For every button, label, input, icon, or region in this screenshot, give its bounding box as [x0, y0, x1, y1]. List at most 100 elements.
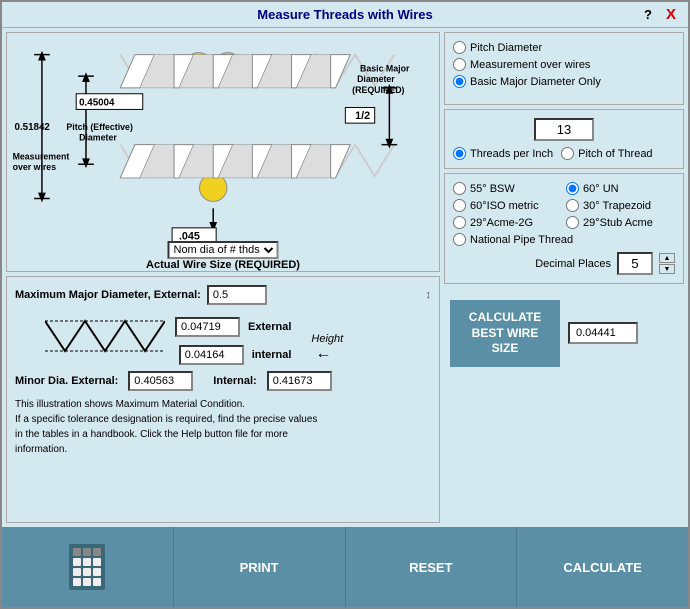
main-content: 0.51842 0.45004 Measurement over wires P…	[2, 28, 688, 527]
calc-key-9	[93, 568, 101, 576]
pitch-of-thread-label: Pitch of Thread	[578, 148, 652, 160]
calculator-icon	[69, 544, 105, 590]
close-button[interactable]: X	[662, 6, 680, 23]
title-bar-buttons: ? X	[640, 6, 680, 23]
left-panel: 0.51842 0.45004 Measurement over wires P…	[6, 32, 440, 523]
pitch-diameter-radio[interactable]	[453, 41, 466, 54]
calc-key-8	[83, 568, 91, 576]
minor-external-label: Minor Dia. External:	[15, 375, 118, 387]
reset-button[interactable]: RESET	[346, 527, 518, 607]
bsw-radio[interactable]	[453, 182, 466, 195]
decimal-places-label: Decimal Places	[535, 258, 611, 270]
threads-type-row: Threads per Inch Pitch of Thread	[453, 147, 675, 160]
calc-key-6	[93, 558, 101, 566]
wave-diagram	[45, 311, 165, 366]
decimal-places-row: Decimal Places ▲ ▼	[453, 252, 675, 275]
internal-input[interactable]	[179, 345, 244, 365]
main-window: Measure Threads with Wires ? X	[0, 0, 690, 609]
bottom-toolbar: PRINT RESET CALCULATE	[2, 527, 688, 607]
svg-text:(REQUIRED): (REQUIRED)	[352, 85, 404, 95]
print-label: PRINT	[240, 560, 279, 575]
svg-text:Diameter: Diameter	[357, 74, 395, 84]
pitch-of-thread-option[interactable]: Pitch of Thread	[561, 147, 652, 160]
stub-acme-option[interactable]: 29°Stub Acme	[566, 216, 675, 229]
threads-per-inch-label: Threads per Inch	[470, 148, 553, 160]
stub-acme-label: 29°Stub Acme	[583, 217, 653, 229]
svg-text:0.51842: 0.51842	[15, 122, 51, 133]
help-calculator-button[interactable]	[2, 527, 174, 607]
diagram-area: 0.51842 0.45004 Measurement over wires P…	[6, 32, 440, 272]
calculate-button[interactable]: CALCULATE	[517, 527, 688, 607]
decimal-up-button[interactable]: ▲	[659, 253, 675, 263]
measurement-over-wires-radio[interactable]	[453, 58, 466, 71]
minor-internal-input[interactable]	[267, 371, 332, 391]
svg-text:Pitch (Effective): Pitch (Effective)	[66, 122, 133, 132]
threads-per-inch-option[interactable]: Threads per Inch	[453, 147, 553, 160]
un60-option[interactable]: 60° UN	[566, 182, 675, 195]
decimal-places-input[interactable]	[617, 252, 653, 275]
pitch-diameter-label: Pitch Diameter	[470, 42, 542, 54]
reset-label: RESET	[409, 560, 452, 575]
nom-dia-select[interactable]: Nom dia of # thds	[168, 241, 279, 259]
internal-row: internal	[175, 345, 301, 365]
un60-label: 60° UN	[583, 183, 619, 195]
bottom-input-panel: Maximum Major Diameter, External: ↕	[6, 276, 440, 523]
calc-best-wire-button[interactable]: CALCULATEBEST WIRESIZE	[450, 300, 560, 367]
thread-type-row-2: 60°ISO metric 30° Trapezoid	[453, 199, 675, 212]
measurement-radio-group: Pitch Diameter Measurement over wires Ba…	[453, 41, 675, 88]
svg-text:Measurement: Measurement	[13, 151, 70, 161]
pitch-of-thread-radio[interactable]	[561, 147, 574, 160]
iso60-radio[interactable]	[453, 199, 466, 212]
trapezoid-radio[interactable]	[566, 199, 579, 212]
basic-major-option[interactable]: Basic Major Diameter Only	[453, 75, 675, 88]
pitch-diameter-option[interactable]: Pitch Diameter	[453, 41, 675, 54]
external-input[interactable]	[175, 317, 240, 337]
calc-key-11	[83, 578, 91, 586]
thread-type-row-4: National Pipe Thread	[453, 233, 675, 246]
acme-option[interactable]: 29°Acme-2G	[453, 216, 562, 229]
calc-key-2	[83, 548, 91, 556]
national-pipe-radio[interactable]	[453, 233, 466, 246]
calc-key-3	[93, 548, 101, 556]
title-bar: Measure Threads with Wires ? X	[2, 2, 688, 28]
print-button[interactable]: PRINT	[174, 527, 346, 607]
iso60-option[interactable]: 60°ISO metric	[453, 199, 562, 212]
threads-per-inch-radio[interactable]	[453, 147, 466, 160]
measurement-over-wires-label: Measurement over wires	[470, 59, 590, 71]
thread-type-options: 55° BSW 60° UN 60°ISO metric 30° Trapezo…	[444, 173, 684, 284]
bsw-option[interactable]: 55° BSW	[453, 182, 562, 195]
un60-radio[interactable]	[566, 182, 579, 195]
actual-wire-label: Actual Wire Size (REQUIRED)	[146, 259, 300, 271]
external-label: External	[248, 321, 291, 333]
iso60-label: 60°ISO metric	[470, 200, 539, 212]
thread-diagram: 0.51842 0.45004 Measurement over wires P…	[11, 37, 435, 267]
external-row: External	[175, 317, 301, 337]
calc-key-1	[73, 548, 81, 556]
measurement-over-wires-option[interactable]: Measurement over wires	[453, 58, 675, 71]
svg-text:0.45004: 0.45004	[79, 98, 115, 109]
max-major-row: Maximum Major Diameter, External: ↕	[15, 285, 431, 305]
minor-dia-row: Minor Dia. External: Internal:	[15, 371, 431, 391]
trapezoid-option[interactable]: 30° Trapezoid	[566, 199, 675, 212]
acme-label: 29°Acme-2G	[470, 217, 533, 229]
help-button[interactable]: ?	[640, 7, 656, 22]
basic-major-radio[interactable]	[453, 75, 466, 88]
minor-external-input[interactable]	[128, 371, 193, 391]
minor-internal-label: Internal:	[213, 375, 256, 387]
max-major-label: Maximum Major Diameter, External:	[15, 289, 201, 301]
national-pipe-option[interactable]: National Pipe Thread	[453, 233, 675, 246]
calc-key-10	[73, 578, 81, 586]
right-panel: Pitch Diameter Measurement over wires Ba…	[444, 32, 684, 523]
max-major-input[interactable]	[207, 285, 267, 305]
svg-text:over wires: over wires	[13, 162, 57, 172]
acme-radio[interactable]	[453, 216, 466, 229]
measurement-options: Pitch Diameter Measurement over wires Ba…	[444, 32, 684, 105]
stub-acme-radio[interactable]	[566, 216, 579, 229]
calc-key-4	[73, 558, 81, 566]
info-text: This illustration shows Maximum Material…	[15, 397, 431, 457]
thread-type-row-1: 55° BSW 60° UN	[453, 182, 675, 195]
calc-key-12	[93, 578, 101, 586]
decimal-down-button[interactable]: ▼	[659, 264, 675, 274]
threads-value-input[interactable]	[534, 118, 594, 141]
calc-key-5	[83, 558, 91, 566]
